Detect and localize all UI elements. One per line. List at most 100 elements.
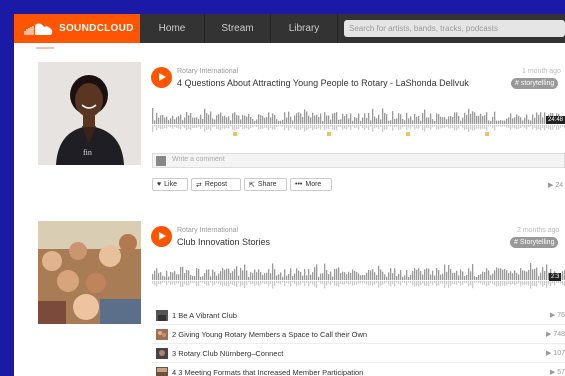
playlist-track-row[interactable]: 1 Be A Vibrant Club ▶ 76 bbox=[152, 306, 565, 325]
genre-tag[interactable]: # Storytelling bbox=[510, 237, 559, 248]
share-button[interactable]: ⇱ Share bbox=[244, 178, 287, 191]
waveform-bar bbox=[416, 269, 418, 280]
playlist-track-plays: ▶ 76 bbox=[550, 311, 565, 319]
waveform-bar bbox=[272, 113, 274, 124]
nav-stream[interactable]: Stream bbox=[205, 14, 271, 43]
waveform-bar bbox=[342, 271, 344, 280]
nav-home[interactable]: Home bbox=[140, 14, 205, 43]
waveform-bar bbox=[410, 116, 412, 124]
waveform-reflection bbox=[514, 125, 516, 129]
waveform-reflection bbox=[198, 125, 200, 128]
waveform-bar bbox=[446, 119, 448, 124]
waveform-bar bbox=[540, 272, 542, 280]
waveform-bar bbox=[398, 113, 400, 124]
waveform-bar bbox=[256, 119, 258, 124]
waveform[interactable] bbox=[152, 106, 565, 138]
waveform-bar bbox=[246, 116, 248, 124]
like-button[interactable]: ♥ Like bbox=[152, 178, 188, 191]
waveform-reflection bbox=[252, 281, 254, 284]
waveform-reflection bbox=[500, 125, 502, 127]
waveform-reflection bbox=[220, 281, 222, 285]
waveform-bar bbox=[408, 276, 410, 280]
track-user[interactable]: Rotary International bbox=[177, 227, 238, 234]
waveform-reflection bbox=[170, 281, 172, 285]
waveform-bar bbox=[260, 272, 262, 280]
waveform-reflection bbox=[500, 281, 502, 287]
comment-field[interactable]: Write a comment bbox=[152, 153, 565, 168]
waveform-bar bbox=[330, 119, 332, 124]
waveform-reflection bbox=[228, 281, 230, 287]
waveform-reflection bbox=[552, 281, 554, 284]
comment-marker[interactable] bbox=[485, 132, 489, 136]
waveform-bar bbox=[512, 118, 514, 124]
waveform-reflection bbox=[258, 281, 260, 286]
play-button[interactable] bbox=[151, 67, 172, 88]
waveform-bar bbox=[174, 119, 176, 124]
comment-marker[interactable] bbox=[406, 132, 410, 136]
waveform-bar bbox=[254, 269, 256, 280]
more-button[interactable]: ••• More bbox=[290, 178, 332, 191]
waveform-reflection bbox=[164, 125, 166, 128]
waveform-bar bbox=[370, 270, 372, 280]
waveform-reflection bbox=[250, 281, 252, 285]
track-artwork[interactable]: fin bbox=[38, 62, 141, 165]
waveform-reflection bbox=[228, 125, 230, 129]
waveform-reflection bbox=[308, 125, 310, 129]
waveform-reflection bbox=[206, 281, 208, 286]
waveform-reflection bbox=[284, 281, 286, 286]
repost-button[interactable]: ⇄ Repost bbox=[191, 178, 241, 191]
waveform-reflection bbox=[294, 281, 296, 284]
waveform-reflection bbox=[494, 281, 496, 286]
waveform-bar bbox=[436, 113, 438, 124]
waveform-reflection bbox=[342, 125, 344, 130]
waveform-bar bbox=[486, 268, 488, 280]
comment-marker[interactable] bbox=[233, 132, 237, 136]
waveform-reflection bbox=[536, 125, 538, 131]
waveform-bar bbox=[344, 116, 346, 124]
waveform-bar bbox=[154, 270, 156, 280]
waveform-bar bbox=[460, 120, 462, 124]
waveform-bar bbox=[490, 120, 492, 124]
soundcloud-logo[interactable]: SOUNDCLOUD bbox=[14, 14, 140, 43]
waveform[interactable] bbox=[152, 262, 565, 294]
waveform-bar bbox=[352, 120, 354, 124]
waveform-bar bbox=[530, 263, 532, 280]
waveform-bar bbox=[526, 114, 528, 124]
track-user[interactable]: Rotary International bbox=[177, 68, 238, 75]
playlist-artwork[interactable] bbox=[38, 221, 141, 324]
waveform-reflection bbox=[322, 281, 324, 285]
waveform-bar bbox=[412, 271, 414, 280]
waveform-reflection bbox=[188, 125, 190, 129]
waveform-reflection bbox=[524, 125, 526, 128]
waveform-bar bbox=[214, 119, 216, 124]
waveform-bar bbox=[458, 115, 460, 124]
track-title[interactable]: Club Innovation Stories bbox=[177, 237, 270, 247]
comment-marker[interactable] bbox=[327, 132, 331, 136]
waveform-reflection bbox=[352, 125, 354, 127]
playlist-track-row[interactable]: 4 3 Meeting Formats that Increased Membe… bbox=[152, 363, 565, 376]
waveform-bar bbox=[350, 272, 352, 280]
waveform-bar bbox=[328, 274, 330, 280]
waveform-reflection bbox=[396, 125, 398, 128]
waveform-reflection bbox=[458, 281, 460, 284]
play-button[interactable] bbox=[151, 226, 172, 247]
search-input[interactable]: Search for artists, bands, tracks, podca… bbox=[344, 20, 565, 37]
waveform-bar bbox=[242, 270, 244, 280]
genre-tag[interactable]: # storytelling bbox=[511, 78, 559, 89]
waveform-bar bbox=[282, 276, 284, 280]
waveform-bar bbox=[434, 275, 436, 280]
waveform-reflection bbox=[232, 281, 234, 285]
waveform-reflection bbox=[164, 281, 166, 283]
waveform-bar bbox=[238, 115, 240, 124]
waveform-reflection bbox=[448, 281, 450, 288]
waveform-reflection bbox=[358, 281, 360, 284]
waveform-reflection bbox=[476, 281, 478, 283]
waveform-bar bbox=[500, 120, 502, 124]
nav-library[interactable]: Library bbox=[271, 14, 338, 43]
waveform-bar bbox=[208, 114, 210, 124]
playlist-track-row[interactable]: 2 Giving Young Rotary Members a Space to… bbox=[152, 325, 565, 344]
waveform-bar bbox=[516, 114, 518, 124]
track-title[interactable]: 4 Questions About Attracting Young Peopl… bbox=[177, 78, 469, 88]
playlist-track-row[interactable]: 3 Rotary Club Nürnberg–Connect ▶ 107 bbox=[152, 344, 565, 363]
waveform-bar bbox=[498, 120, 500, 124]
